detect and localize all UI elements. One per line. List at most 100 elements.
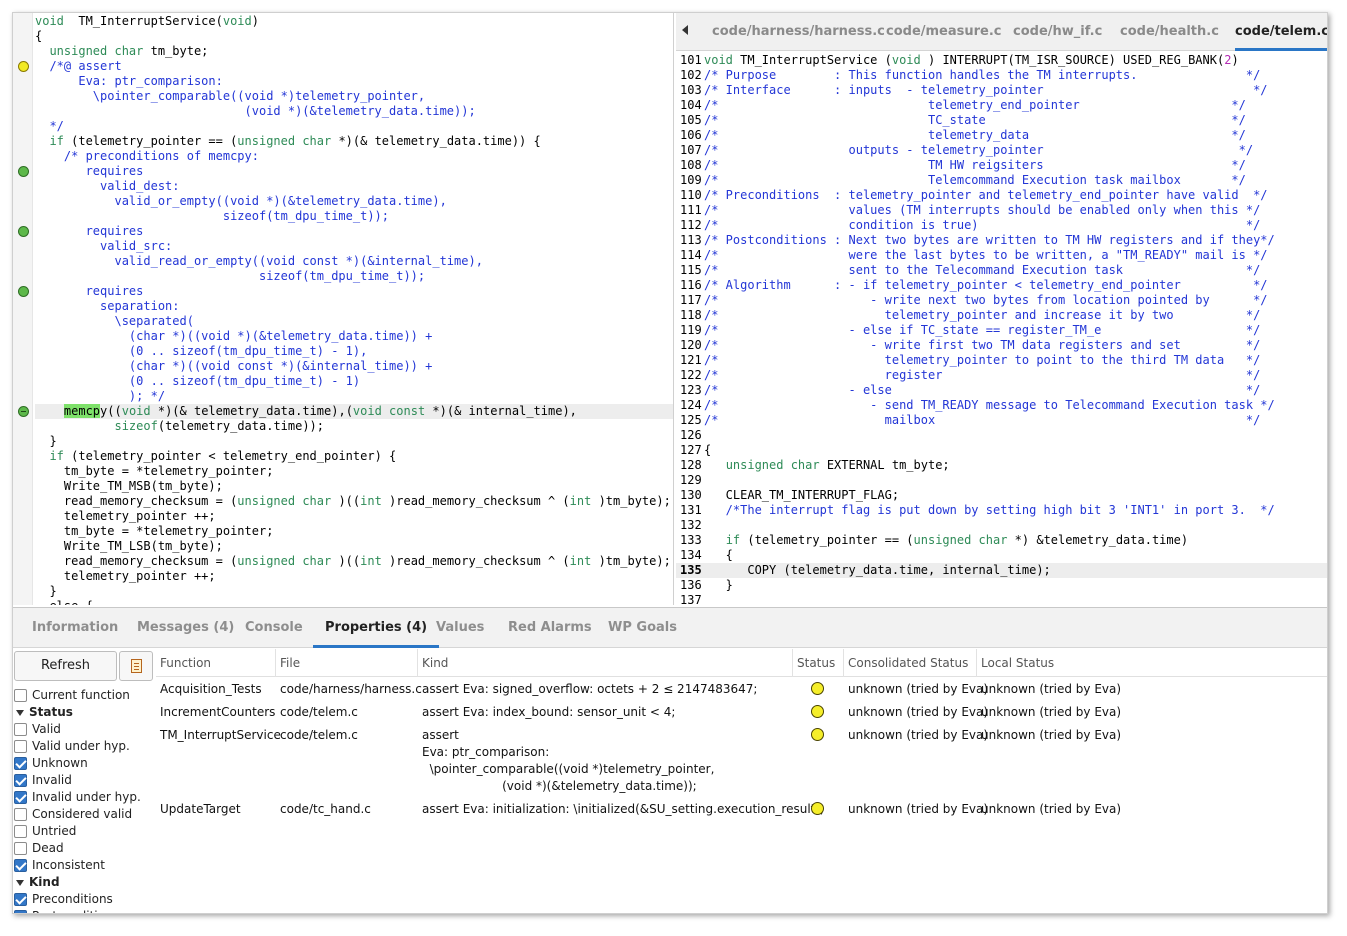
- code-line[interactable]: requires: [35, 284, 673, 299]
- code-line[interactable]: (char *)((void const *)(&internal_time))…: [35, 359, 673, 374]
- tab-properties[interactable]: Properties (4): [313, 608, 440, 648]
- source-line[interactable]: 116/* Algorithm : - if telemetry_pointer…: [676, 278, 1327, 293]
- code-line[interactable]: /* preconditions of memcpy:: [35, 149, 673, 164]
- column-status[interactable]: Status: [793, 649, 844, 677]
- filter-checkbox-row[interactable]: Invalid: [13, 772, 154, 789]
- checkbox[interactable]: [14, 808, 27, 821]
- source-line[interactable]: 119/* - else if TC_state == register_TM_…: [676, 323, 1327, 338]
- code-line[interactable]: /*@ assert: [35, 59, 673, 74]
- code-line[interactable]: \pointer_comparable((void *)telemetry_po…: [35, 89, 673, 104]
- table-row[interactable]: Acquisition_Tests code/harness/harness.c a…: [156, 681, 1327, 704]
- source-line[interactable]: 128 unsigned char EXTERNAL tm_byte;: [676, 458, 1327, 473]
- code-line[interactable]: }: [35, 584, 673, 599]
- status-valid-icon[interactable]: [18, 226, 29, 237]
- column-local-status[interactable]: Local Status: [977, 649, 1327, 677]
- source-line[interactable]: 104/* telemetry_end_pointer */: [676, 98, 1327, 113]
- file-tab[interactable]: code/health.c: [1120, 13, 1219, 51]
- code-line[interactable]: Write_TM_MSB(tm_byte);: [35, 479, 673, 494]
- source-line[interactable]: 131 /*The interrupt flag is put down by …: [676, 503, 1327, 518]
- source-line[interactable]: 111/* values (TM interrupts should be en…: [676, 203, 1327, 218]
- source-line[interactable]: 134 {: [676, 548, 1327, 563]
- code-line[interactable]: tm_byte = *telemetry_pointer;: [35, 524, 673, 539]
- table-row[interactable]: IncrementCounters code/telem.c assert Eva:…: [156, 704, 1327, 727]
- tab-information[interactable]: Information: [32, 608, 118, 648]
- column-consolidated-status[interactable]: Consolidated Status: [844, 649, 977, 677]
- code-line[interactable]: valid_or_empty((void *)(&telemetry_data.…: [35, 194, 673, 209]
- tab-messages[interactable]: Messages (4): [137, 608, 234, 648]
- filter-group-header[interactable]: Status: [13, 704, 154, 721]
- source-line[interactable]: 108/* TM HW reigsiters */: [676, 158, 1327, 173]
- refresh-button[interactable]: Refresh: [14, 651, 117, 681]
- code-line[interactable]: valid_read_or_empty((void const *)(&inte…: [35, 254, 673, 269]
- filter-checkbox-row[interactable]: Untried: [13, 823, 154, 840]
- checkbox[interactable]: [14, 859, 27, 872]
- source-line[interactable]: 122/* register */: [676, 368, 1327, 383]
- checkbox[interactable]: [14, 740, 27, 753]
- source-line[interactable]: 120/* - write first two TM data register…: [676, 338, 1327, 353]
- code-line[interactable]: requires: [35, 224, 673, 239]
- source-line[interactable]: 114/* were the last bytes to be written,…: [676, 248, 1327, 263]
- source-line[interactable]: 117/* - write next two bytes from locati…: [676, 293, 1327, 308]
- filter-checkbox-row[interactable]: Valid under hyp.: [13, 738, 154, 755]
- tab-red-alarms[interactable]: Red Alarms: [508, 608, 592, 648]
- checkbox[interactable]: [14, 842, 27, 855]
- filter-checkbox-row[interactable]: Preconditions: [13, 891, 154, 908]
- source-line[interactable]: 135 COPY (telemetry_data.time, internal_…: [676, 563, 1327, 578]
- tab-console[interactable]: Console: [245, 608, 303, 648]
- code-line[interactable]: telemetry_pointer ++;: [35, 569, 673, 584]
- checkbox[interactable]: [14, 774, 27, 787]
- code-line[interactable]: if (telemetry_pointer == (unsigned char …: [35, 134, 673, 149]
- code-line[interactable]: (void *)(&telemetry_data.time));: [35, 104, 673, 119]
- table-row[interactable]: UpdateTarget code/tc_hand.c assert Eva: in…: [156, 801, 1327, 824]
- source-line[interactable]: 113/* Postconditions : Next two bytes ar…: [676, 233, 1327, 248]
- status-unknown-icon[interactable]: [18, 61, 29, 72]
- filter-checkbox-row[interactable]: Inconsistent: [13, 857, 154, 874]
- status-valid-icon[interactable]: [18, 286, 29, 297]
- source-line[interactable]: 130 CLEAR_TM_INTERRUPT_FLAG;: [676, 488, 1327, 503]
- source-line[interactable]: 121/* telemetry_pointer to point to the …: [676, 353, 1327, 368]
- code-line[interactable]: Write_TM_LSB(tm_byte);: [35, 539, 673, 554]
- code-line[interactable]: (0 .. sizeof(tm_dpu_time_t) - 1): [35, 374, 673, 389]
- code-line[interactable]: unsigned char tm_byte;: [35, 44, 673, 59]
- source-line[interactable]: 103/* Interface : inputs - telemetry_poi…: [676, 83, 1327, 98]
- code-line[interactable]: sizeof(tm_dpu_time_t));: [35, 209, 673, 224]
- code-line[interactable]: }: [35, 434, 673, 449]
- filter-checkbox-row[interactable]: Current function: [13, 687, 154, 704]
- code-line[interactable]: memcpy((void *)(& telemetry_data.time),(…: [35, 404, 673, 419]
- filter-checkbox-row[interactable]: Valid: [13, 721, 154, 738]
- source-line[interactable]: 106/* telemetry_data */: [676, 128, 1327, 143]
- source-code-pane[interactable]: code/harness/harness.c code/measure.c co…: [676, 13, 1327, 605]
- source-line[interactable]: 112/* condition is true) */: [676, 218, 1327, 233]
- filter-checkbox-row[interactable]: Invalid under hyp.: [13, 789, 154, 806]
- source-line[interactable]: 107/* outputs - telemetry_pointer */: [676, 143, 1327, 158]
- code-line[interactable]: read_memory_checksum = (unsigned char )(…: [35, 554, 673, 569]
- code-line[interactable]: separation:: [35, 299, 673, 314]
- code-line[interactable]: Eva: ptr_comparison:: [35, 74, 673, 89]
- checkbox[interactable]: [14, 757, 27, 770]
- normalized-code-view[interactable]: void TM_InterruptService(void){ unsigned…: [35, 14, 673, 605]
- code-line[interactable]: requires: [35, 164, 673, 179]
- code-line[interactable]: sizeof(telemetry_data.time));: [35, 419, 673, 434]
- source-line[interactable]: 127{: [676, 443, 1327, 458]
- status-valid-icon[interactable]: [18, 406, 29, 417]
- source-line[interactable]: 125/* mailbox */: [676, 413, 1327, 428]
- source-line[interactable]: 129: [676, 473, 1327, 488]
- source-line[interactable]: 105/* TC_state */: [676, 113, 1327, 128]
- code-line[interactable]: void TM_InterruptService(void): [35, 14, 673, 29]
- source-line[interactable]: 110/* Preconditions : telemetry_pointer …: [676, 188, 1327, 203]
- table-row[interactable]: TM_InterruptService code/telem.c assert Ev…: [156, 727, 1327, 801]
- tab-values[interactable]: Values: [436, 608, 484, 648]
- expander-icon[interactable]: [16, 880, 24, 886]
- status-valid-icon[interactable]: [18, 166, 29, 177]
- scroll-tabs-left-icon[interactable]: [682, 25, 688, 35]
- source-line[interactable]: 126: [676, 428, 1327, 443]
- checkbox[interactable]: [14, 723, 27, 736]
- export-button[interactable]: [119, 651, 153, 681]
- expander-icon[interactable]: [16, 710, 24, 716]
- source-line[interactable]: 124/* - send TM_READY message to Telecom…: [676, 398, 1327, 413]
- source-line[interactable]: 115/* sent to the Telecommand Execution …: [676, 263, 1327, 278]
- code-line[interactable]: (char *)((void *)(&telemetry_data.time))…: [35, 329, 673, 344]
- code-line[interactable]: read_memory_checksum = (unsigned char )(…: [35, 494, 673, 509]
- checkbox[interactable]: [14, 689, 27, 702]
- filter-group-header[interactable]: Kind: [13, 874, 154, 891]
